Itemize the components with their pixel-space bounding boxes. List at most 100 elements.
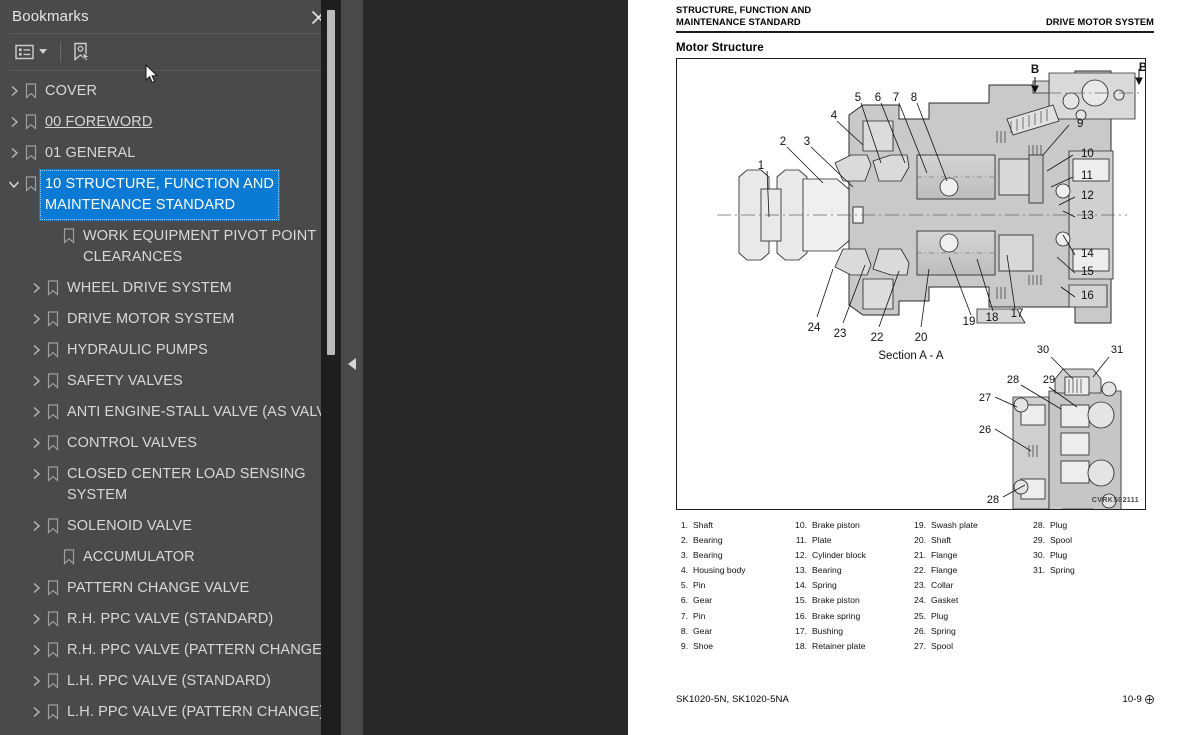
legend-entry-name: Plug [1050, 520, 1068, 530]
svg-text:18: 18 [986, 312, 999, 324]
legend-entry-number: 20. [914, 535, 926, 546]
legend-entry-name: Plate [812, 535, 832, 546]
bookmark-item[interactable]: PATTERN CHANGE VALVE [0, 573, 341, 604]
chevron-right-icon[interactable] [28, 728, 44, 735]
legend-entry-number: 21. [914, 550, 926, 561]
bookmarks-scrollbar-thumb[interactable] [327, 10, 335, 355]
bookmark-item[interactable]: WHEEL DRIVE SYSTEM [0, 273, 341, 304]
legend-entry: 18. Retainer plate [795, 639, 914, 654]
legend-entry: 3. Bearing [676, 548, 795, 563]
legend-entry: 16. Brake spring [795, 609, 914, 624]
legend-entry-number: 14. [795, 580, 807, 591]
legend-entry: 2. Bearing [676, 533, 795, 548]
bookmark-item[interactable]: R.H. PPC VALVE (STANDARD) [0, 604, 341, 635]
legend-entry-number: 5. [680, 580, 688, 591]
bookmarks-panel: Bookmarks COVER 00 FOREWORD 01 GENERAL 1… [0, 0, 341, 735]
chevron-right-icon[interactable] [28, 335, 44, 366]
page-number-label: 10-9 [1122, 694, 1142, 705]
bookmark-item[interactable]: SAFETY VALVES [0, 366, 341, 397]
legend-entry-name: Gear [693, 595, 713, 606]
svg-text:15: 15 [1081, 266, 1094, 278]
bookmark-item[interactable]: SOLENOID VALVE [0, 511, 341, 542]
bookmark-label: R.H. PPC VALVE (STANDARD) [67, 610, 274, 627]
bookmark-label: COVER [45, 82, 98, 99]
bookmark-item[interactable]: 00 FOREWORD [0, 107, 341, 138]
legend-column: 1. Shaft 2. Bearing 3. Bearing 4. Housing body 5… [676, 518, 795, 654]
panel-collapse-handle[interactable] [341, 0, 363, 735]
bookmark-item[interactable]: CONTROL VALVES [0, 428, 341, 459]
bookmark-icon [44, 397, 62, 428]
new-bookmark-icon[interactable] [71, 39, 92, 65]
svg-text:11: 11 [1081, 170, 1093, 182]
bookmark-item[interactable]: L.H. PPC VALVE (STANDARD) [0, 666, 341, 697]
legend-entry-number: 11. [795, 535, 807, 546]
chevron-right-icon[interactable] [28, 366, 44, 397]
legend-column: 10. Brake piston 11. Plate 12. Cylinder block… [795, 518, 914, 654]
legend-entry-number: 13. [795, 565, 807, 576]
legend-entry-name: Shoe [693, 640, 714, 651]
legend-entry-number: 10. [795, 520, 807, 530]
chevron-right-icon[interactable] [28, 459, 44, 490]
bookmarks-tree-scroll-area[interactable]: COVER 00 FOREWORD 01 GENERAL 10 STRUCTURE, … [0, 71, 341, 735]
chevron-right-icon[interactable] [6, 138, 22, 169]
svg-text:31: 31 [1111, 344, 1123, 356]
bookmark-item[interactable]: CYLINDERS [0, 728, 341, 735]
chevron-right-icon[interactable] [28, 697, 44, 728]
chevron-right-icon[interactable] [28, 511, 44, 542]
bookmark-icon [60, 221, 78, 252]
svg-text:27: 27 [979, 392, 991, 404]
chevron-right-icon[interactable] [28, 428, 44, 459]
header-right-text: DRIVE MOTOR SYSTEM [1045, 17, 1154, 27]
bookmark-icon [44, 573, 62, 604]
legend-entry: 28. Plug [1033, 518, 1152, 533]
legend-entry-number: 22. [914, 565, 926, 576]
bookmark-label: R.H. PPC VALVE (PATTERN CHANGE) [67, 641, 327, 658]
bookmarks-panel-header: Bookmarks [0, 0, 341, 33]
bookmark-icon [44, 273, 62, 304]
chevron-right-icon[interactable] [6, 76, 22, 107]
bookmark-item[interactable]: 01 GENERAL [0, 138, 341, 169]
bookmark-item[interactable]: HYDRAULIC PUMPS [0, 335, 341, 366]
bookmark-item[interactable]: R.H. PPC VALVE (PATTERN CHANGE) [0, 635, 341, 666]
bookmark-item[interactable]: DRIVE MOTOR SYSTEM [0, 304, 341, 335]
bookmark-item[interactable]: L.H. PPC VALVE (PATTERN CHANGE) [0, 697, 341, 728]
legend-entry: 20. Shaft [914, 533, 1033, 548]
bookmarks-scrollbar-track[interactable] [321, 0, 341, 735]
collapse-left-arrow-icon[interactable] [348, 358, 356, 370]
chevron-right-icon[interactable] [28, 604, 44, 635]
legend-entry: 8. Gear [676, 624, 795, 639]
chevron-right-icon[interactable] [28, 304, 44, 335]
bookmark-item[interactable]: ANTI ENGINE-STALL VALVE (AS VALVE) [0, 397, 341, 428]
chevron-right-icon[interactable] [28, 635, 44, 666]
chevron-down-icon[interactable] [39, 49, 47, 55]
bookmark-options-list-icon[interactable] [12, 39, 50, 65]
chevron-right-icon[interactable] [28, 666, 44, 697]
legend-entry-number: 15. [795, 595, 807, 606]
bookmark-item[interactable]: WORK EQUIPMENT PIVOT POINT CLEARANCES [0, 221, 341, 273]
bookmark-icon [22, 169, 40, 200]
svg-text:19: 19 [963, 316, 976, 328]
bookmark-icon [44, 366, 62, 397]
bookmark-item[interactable]: 10 STRUCTURE, FUNCTION AND MAINTENANCE S… [0, 168, 341, 221]
svg-text:4: 4 [831, 110, 838, 122]
legend-entry-name: Pin [693, 610, 706, 621]
legend-entry-name: Flange [931, 565, 958, 576]
bookmark-item[interactable]: CLOSED CENTER LOAD SENSING SYSTEM [0, 459, 341, 511]
chevron-right-icon[interactable] [28, 397, 44, 428]
chevron-right-icon[interactable] [6, 107, 22, 138]
pdf-viewer-canvas-background [363, 0, 628, 735]
chevron-right-icon[interactable] [28, 273, 44, 304]
legend-entry: 25. Plug [914, 609, 1033, 624]
bookmark-label: HYDRAULIC PUMPS [67, 341, 208, 358]
svg-text:20: 20 [915, 332, 928, 344]
footer-page-number: 10-9 [1122, 694, 1154, 705]
legend-entry-name: Bearing [693, 550, 723, 561]
bookmark-item[interactable]: ACCUMULATOR [0, 542, 341, 573]
legend-entry-number: 24. [914, 595, 926, 606]
chevron-down-icon[interactable] [6, 169, 22, 200]
bookmark-item[interactable]: COVER [0, 76, 341, 107]
svg-text:2: 2 [780, 136, 786, 148]
svg-text:16: 16 [1081, 290, 1094, 302]
chevron-right-icon[interactable] [28, 573, 44, 604]
